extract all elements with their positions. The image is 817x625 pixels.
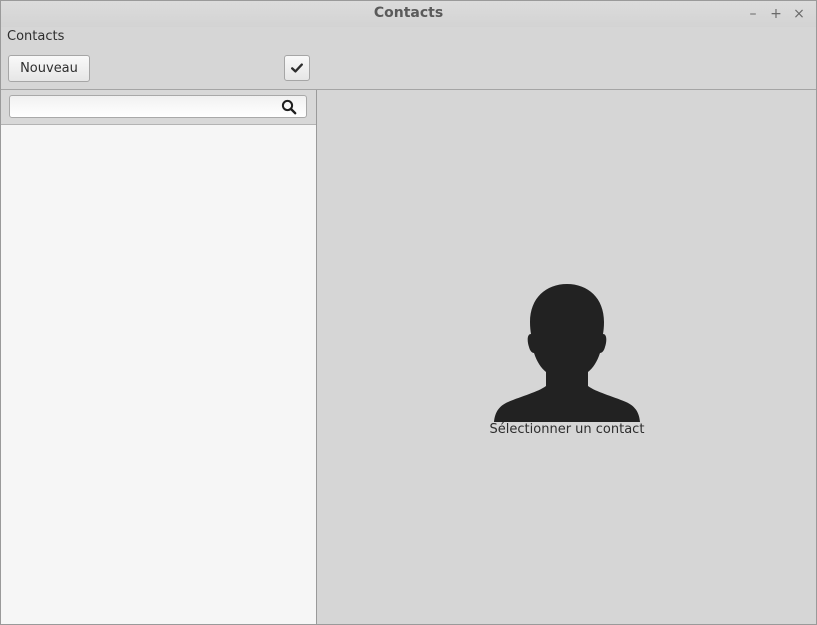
toolbar: Nouveau xyxy=(1,47,816,89)
new-contact-button[interactable]: Nouveau xyxy=(8,55,90,82)
search-bar xyxy=(1,90,316,125)
minimize-button[interactable]: – xyxy=(744,5,762,23)
checkmark-icon xyxy=(291,63,303,73)
empty-state-message: Sélectionner un contact xyxy=(489,422,645,437)
empty-state: Sélectionner un contact xyxy=(482,284,652,437)
close-button[interactable]: × xyxy=(790,5,808,23)
person-silhouette-icon xyxy=(494,284,640,422)
contacts-window: Contacts – + × Contacts Nouveau Sélectio… xyxy=(0,0,817,625)
search-icon[interactable] xyxy=(281,99,297,115)
contact-list-pane xyxy=(1,90,317,624)
maximize-button[interactable]: + xyxy=(767,5,785,23)
window-title: Contacts xyxy=(373,5,444,21)
title-bar[interactable]: Contacts – + × xyxy=(1,1,816,27)
contact-detail-pane: Sélectionner un contact xyxy=(317,90,816,624)
search-input[interactable] xyxy=(14,98,274,115)
select-mode-button[interactable] xyxy=(284,55,310,81)
search-box[interactable] xyxy=(9,95,307,118)
menu-contacts[interactable]: Contacts xyxy=(7,29,64,44)
contact-list[interactable] xyxy=(1,125,316,624)
menu-bar: Contacts xyxy=(1,27,816,47)
